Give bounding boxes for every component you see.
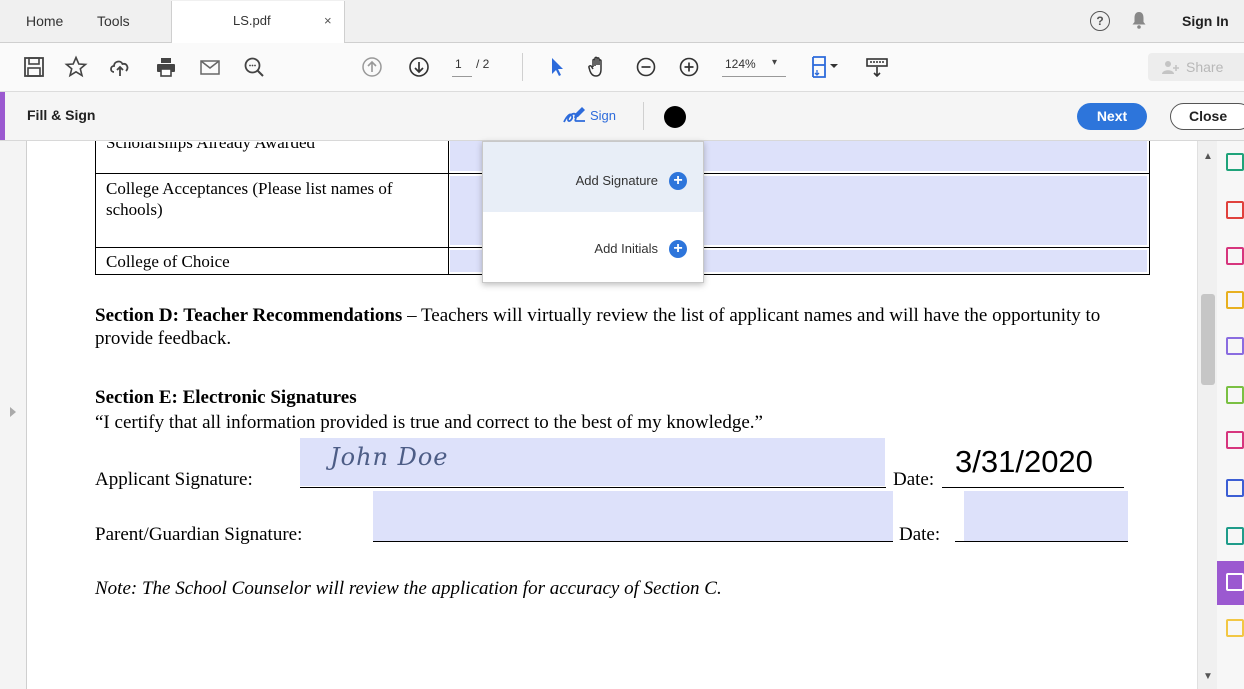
edit-pdf-icon[interactable]: [1226, 431, 1244, 449]
table-value-cell: [448, 248, 449, 274]
parent-signature-field[interactable]: [373, 491, 893, 541]
applicant-signature-underline: [300, 487, 886, 488]
optimize-icon[interactable]: [1226, 527, 1244, 545]
page-fit-icon[interactable]: [810, 55, 846, 79]
read-mode-icon[interactable]: [865, 55, 889, 79]
zoom-in-icon[interactable]: [677, 55, 701, 79]
compress-icon[interactable]: [1226, 386, 1244, 404]
share-user-icon: [1162, 61, 1179, 74]
sign-pen-icon: [563, 107, 585, 123]
sign-dropdown-menu: Add Signature + Add Initials +: [482, 141, 704, 283]
table-row-label: College Acceptances (Please list names o…: [106, 179, 393, 219]
parent-date-underline: [955, 541, 1128, 542]
upload-cloud-icon[interactable]: [108, 55, 132, 79]
next-page-icon[interactable]: [407, 55, 431, 79]
tab-tools[interactable]: Tools: [97, 0, 130, 42]
zoom-level-select[interactable]: 124%: [725, 57, 756, 71]
page-total: / 2: [476, 57, 490, 71]
create-pdf-icon[interactable]: [1226, 201, 1244, 219]
close-button-label: Close: [1189, 108, 1228, 124]
left-panel-gutter: [0, 141, 27, 689]
bookmark-star-icon[interactable]: [64, 55, 88, 79]
comment-icon[interactable]: [1226, 291, 1244, 309]
close-button[interactable]: Close: [1170, 103, 1244, 130]
applicant-date-underline: [942, 487, 1124, 488]
hand-tool-icon[interactable]: [586, 55, 610, 79]
previous-page-icon[interactable]: [360, 55, 384, 79]
tab-bar: Home Tools LS.pdf × ? Sign In: [0, 0, 1244, 43]
table-value-cell: [448, 174, 449, 247]
parent-date-field[interactable]: [964, 491, 1128, 541]
section-e-title: Section E: Electronic Signatures: [95, 387, 357, 408]
tab-home[interactable]: Home: [26, 0, 63, 42]
bell-icon[interactable]: [1131, 11, 1147, 34]
applicant-date-label: Date:: [893, 469, 935, 490]
section-d-paragraph: Section D: Teacher Recommendations – Tea…: [95, 304, 1135, 350]
add-signature-menu-item[interactable]: Add Signature +: [483, 142, 703, 212]
add-initials-label: Add Initials: [594, 241, 658, 256]
vertical-scrollbar[interactable]: ▲ ▼: [1197, 141, 1218, 689]
share-button[interactable]: Share: [1148, 53, 1244, 81]
zoom-underline: [722, 76, 786, 77]
scan-icon[interactable]: [1226, 337, 1244, 355]
more-tools-icon[interactable]: [1226, 619, 1244, 637]
fill-sign-toolbar: Fill & Sign Sign Next Close: [0, 92, 1244, 141]
export-pdf-icon[interactable]: [1226, 153, 1244, 171]
save-icon[interactable]: [22, 55, 46, 79]
page-number-underline: [452, 76, 472, 77]
chevron-down-icon[interactable]: ▾: [772, 57, 777, 68]
fill-sign-divider: [643, 102, 644, 130]
next-button[interactable]: Next: [1077, 103, 1147, 130]
fill-sign-icon[interactable]: [1226, 573, 1244, 591]
tools-rail: [1217, 141, 1244, 689]
sign-tool-label: Sign: [590, 108, 617, 123]
print-icon[interactable]: [154, 55, 178, 79]
sign-in-link[interactable]: Sign In: [1182, 0, 1229, 42]
scroll-down-icon[interactable]: ▼: [1203, 671, 1213, 682]
organize-pages-icon[interactable]: [1226, 247, 1244, 265]
scrollbar-thumb[interactable]: [1201, 294, 1215, 385]
applicant-date-value[interactable]: 3/31/2020: [955, 444, 1093, 480]
table-row-label: Scholarships Already Awarded: [106, 141, 316, 152]
table-value-cell: [448, 141, 449, 173]
share-label: Share: [1186, 59, 1224, 75]
parent-signature-label: Parent/Guardian Signature:: [95, 524, 303, 545]
certification-statement: “I certify that all information provided…: [95, 412, 763, 433]
add-signature-label: Add Signature: [575, 173, 658, 188]
tab-document[interactable]: LS.pdf ×: [171, 1, 345, 43]
protect-icon[interactable]: [1226, 479, 1244, 497]
close-tab-icon[interactable]: ×: [324, 0, 332, 42]
parent-date-label: Date:: [899, 524, 941, 545]
main-toolbar: 1 / 2 124% ▾ Share: [0, 43, 1244, 92]
add-initials-menu-item[interactable]: Add Initials +: [483, 212, 703, 282]
fill-sign-title: Fill & Sign: [27, 107, 96, 123]
table-row-label: College of Choice: [106, 252, 230, 271]
counselor-note: Note: The School Counselor will review t…: [95, 578, 722, 599]
applicant-signature-value[interactable]: John Doe: [330, 443, 449, 471]
page-number-input[interactable]: 1: [455, 57, 462, 71]
fill-sign-accent: [0, 92, 5, 140]
search-icon[interactable]: [242, 55, 266, 79]
expand-panel-icon[interactable]: [10, 407, 16, 417]
plus-circle-icon: +: [669, 172, 687, 190]
document-tab-title: LS.pdf: [233, 13, 271, 28]
zoom-out-icon[interactable]: [634, 55, 658, 79]
plus-circle-icon: +: [669, 240, 687, 258]
scroll-up-icon[interactable]: ▲: [1203, 151, 1213, 162]
toolbar-divider: [522, 53, 523, 81]
select-cursor-icon[interactable]: [545, 55, 569, 79]
color-swatch[interactable]: [664, 106, 686, 128]
applicant-signature-label: Applicant Signature:: [95, 469, 253, 490]
help-icon[interactable]: ?: [1090, 11, 1110, 31]
email-icon[interactable]: [198, 55, 222, 79]
parent-signature-underline: [373, 541, 893, 542]
section-d-title: Section D: Teacher Recommendations: [95, 305, 403, 326]
